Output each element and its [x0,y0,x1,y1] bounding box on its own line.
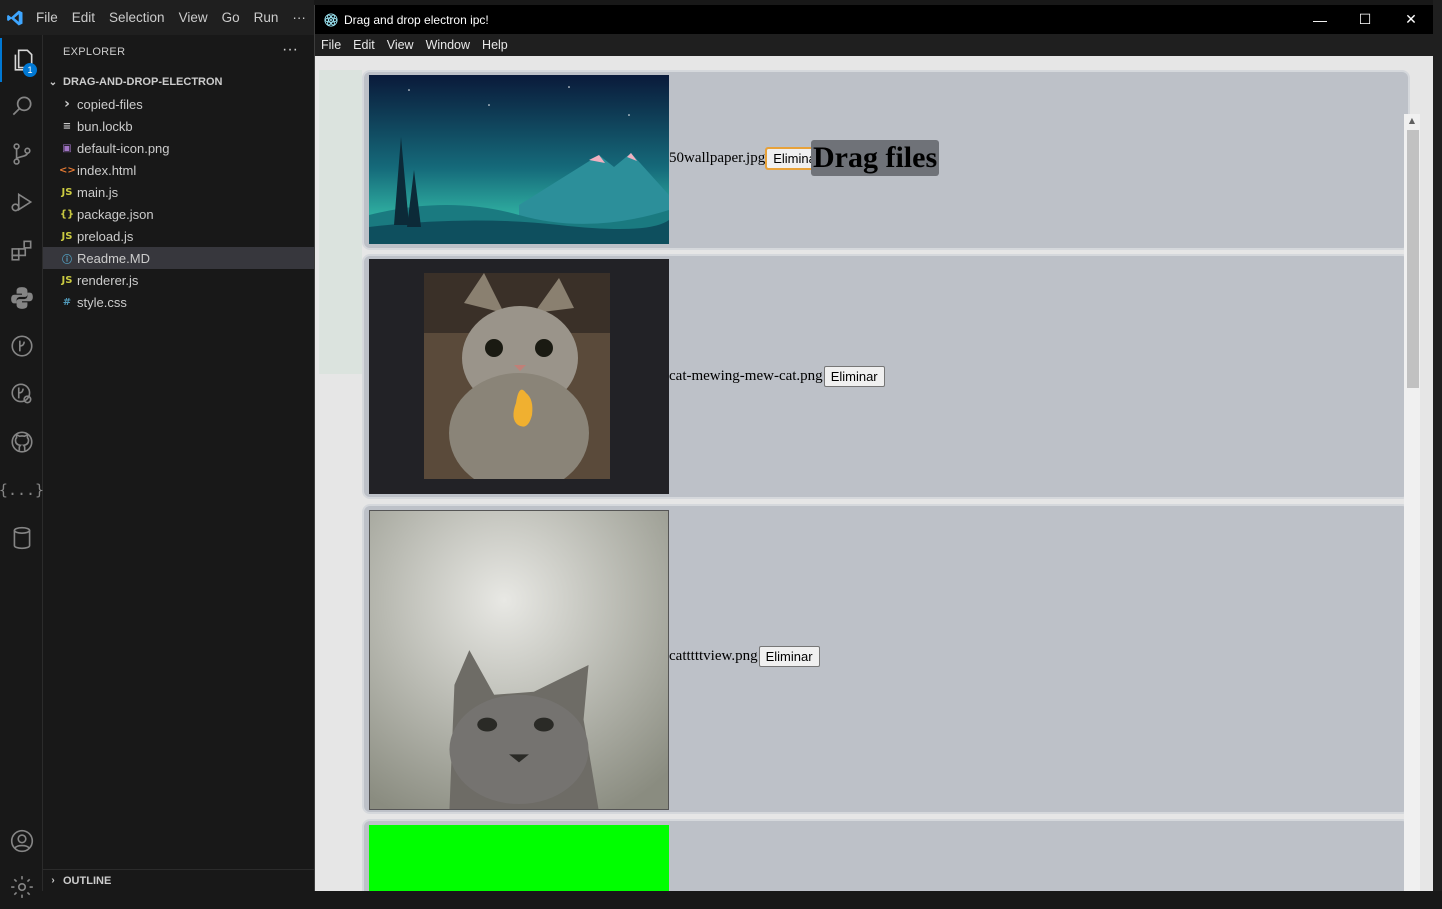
tree-item-label: Readme.MD [77,250,150,266]
window-title: Drag and drop electron ipc! [344,12,489,27]
delete-button[interactable]: Eliminar [758,646,820,667]
file-type-icon: {} [59,208,75,220]
search-icon[interactable] [0,84,43,128]
scroll-up-icon[interactable]: ▲ [1407,116,1417,125]
python-icon[interactable] [0,276,43,320]
emenu-edit[interactable]: Edit [347,38,381,52]
menu-run[interactable]: Run [247,0,286,35]
menu-more[interactable]: ··· [285,0,313,35]
menu-edit[interactable]: Edit [65,0,102,35]
json-icon[interactable]: {...} [0,468,44,512]
menu-file[interactable]: File [29,0,65,35]
menu-view[interactable]: View [172,0,215,35]
tree-file[interactable]: {} package.json [43,203,314,225]
folder-name: DRAG-AND-DROP-ELECTRON [63,76,223,88]
tree-item-label: main.js [77,184,119,200]
delete-button[interactable]: Eliminar [823,366,885,387]
tree-file[interactable]: # style.css [43,291,314,313]
maximize-button[interactable]: ☐ [1342,5,1388,34]
file-card: cat-mewing-mew-cat.png Eliminar [362,254,1410,499]
emenu-view[interactable]: View [381,38,420,52]
menu-selection[interactable]: Selection [102,0,172,35]
activity-bar: 1 {...} [0,35,44,898]
emenu-help[interactable]: Help [476,38,514,52]
emenu-window[interactable]: Window [420,38,476,52]
tree-item-label: preload.js [77,228,134,244]
tree-file[interactable]: ▣ default-icon.png [43,137,314,159]
file-card: catttttview.png Eliminar [362,504,1410,814]
database-icon[interactable] [0,516,43,560]
tree-item-label: style.css [77,294,127,310]
run-debug-icon[interactable] [0,180,43,224]
chevron-right-icon: › [64,96,70,112]
tree-file[interactable]: ⓘ Readme.MD [43,247,314,269]
tree-file[interactable]: JS renderer.js [43,269,314,291]
file-thumbnail-cat-mewing [369,259,669,494]
file-type-icon: ▣ [62,142,72,154]
file-type-icon: JS [61,186,73,198]
explorer-more-button[interactable]: ··· [282,41,298,59]
emenu-file[interactable]: File [315,38,347,52]
chevron-down-icon: ⌄ [48,76,58,88]
tree-file[interactable]: JS main.js [43,181,314,203]
explorer-icon[interactable]: 1 [0,38,43,82]
page-heading: Drag files [811,140,940,176]
file-type-icon: ⓘ [62,254,72,266]
remote-explorer-icon[interactable] [0,372,43,416]
tree-file[interactable]: ≡ bun.lockb [43,115,314,137]
vscode-menubar: File Edit Selection View Go Run ··· [0,0,314,35]
file-thumbnail-green [369,825,669,891]
tree-item-label: renderer.js [77,272,139,288]
explorer-title: EXPLORER [63,46,126,58]
menu-go[interactable]: Go [215,0,247,35]
extensions-icon[interactable] [0,228,43,272]
electron-window: Drag and drop electron ipc! — ☐ ✕ File E… [314,5,1433,891]
tree-item-label: index.html [77,162,137,178]
vscode-logo-icon [1,0,29,35]
tree-file[interactable]: JS preload.js [43,225,314,247]
file-name: 50wallpaper.jpg [669,150,766,166]
file-name: catttttview.png [669,648,758,664]
electron-app-icon [324,12,338,27]
scrollbar-thumb[interactable] [1407,130,1419,388]
outline-section-header[interactable]: › OUTLINE [43,869,314,891]
file-type-icon: # [62,296,72,308]
file-type-icon: JS [61,230,73,242]
github-icon[interactable] [0,420,43,464]
folder-header[interactable]: ⌄ DRAG-AND-DROP-ELECTRON [43,71,314,93]
file-type-icon: <> [59,164,76,176]
chevron-right-icon: › [51,875,55,886]
explorer-sidebar: EXPLORER ··· ⌄ DRAG-AND-DROP-ELECTRON › c… [43,35,314,891]
explorer-badge: 1 [23,63,37,77]
tree-item-label: default-icon.png [77,140,170,156]
close-button[interactable]: ✕ [1388,5,1433,34]
outline-title: OUTLINE [63,874,112,887]
background-window-edge [1433,0,1442,891]
file-type-icon: JS [61,274,73,286]
scrollbar[interactable]: ▲ ▼ [1404,114,1420,891]
tree-item-label: bun.lockb [77,118,133,134]
electron-menubar: File Edit View Window Help [315,34,1433,56]
tree-item-label: package.json [77,206,154,222]
drop-area[interactable]: 50wallpaper.jpg Eliminar Drag files cat-… [315,56,1433,891]
left-panel [319,70,362,374]
tree-item-label: copied-files [77,96,143,112]
git-graph-icon[interactable] [0,324,43,368]
electron-titlebar: Drag and drop electron ipc! — ☐ ✕ [315,5,1433,34]
tree-folder[interactable]: › copied-files [43,93,314,115]
file-card [362,819,1410,891]
minimize-button[interactable]: — [1297,5,1343,34]
tree-file[interactable]: <> index.html [43,159,314,181]
file-name: cat-mewing-mew-cat.png [669,368,823,384]
settings-icon[interactable] [0,865,43,909]
source-control-icon[interactable] [0,132,43,176]
file-type-icon: ≡ [62,120,72,132]
file-thumbnail-wallpaper [369,75,669,244]
file-thumbnail-catview [369,510,669,810]
account-icon[interactable] [0,819,43,863]
